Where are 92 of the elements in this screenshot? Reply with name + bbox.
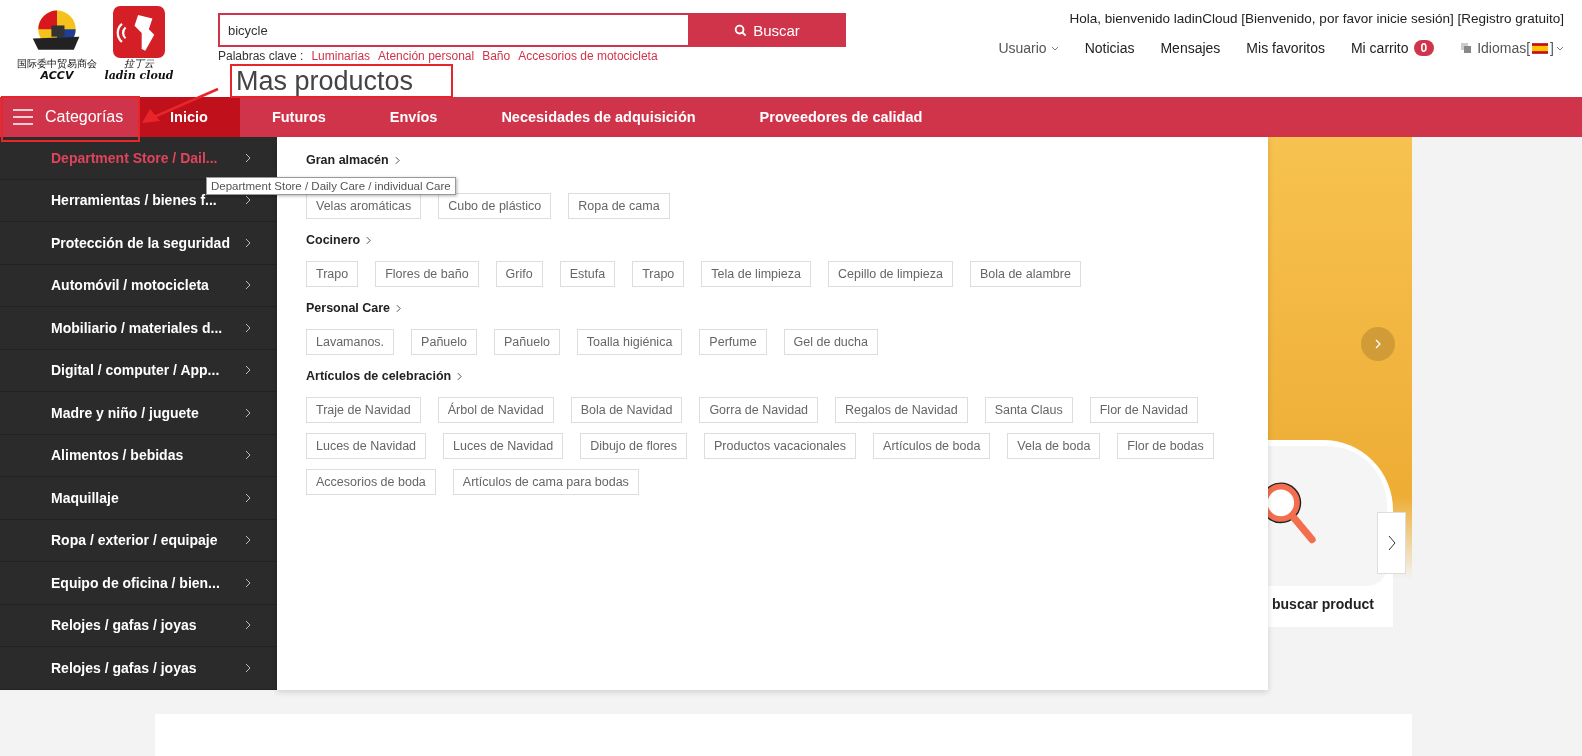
- chevron-right-icon: [396, 303, 402, 313]
- nav-tab[interactable]: Necesidades de adquisición: [469, 97, 728, 137]
- language-menu[interactable]: Idiomas[: [1477, 40, 1531, 56]
- section-title-link[interactable]: Personal Care: [306, 301, 391, 315]
- chevron-right-icon: [245, 195, 251, 206]
- keyword-link[interactable]: Accesorios de motocicleta: [518, 49, 658, 63]
- subcategory-tag[interactable]: Traje de Navidad: [306, 397, 421, 423]
- welcome-text: Hola, bienvenido ladinCloud [Bienvenido, por favor inicie sesión] [Registro gratuito]: [1069, 11, 1564, 26]
- chevron-right-icon: [394, 155, 400, 165]
- chevron-right-icon: [245, 620, 251, 631]
- subcategory-tag[interactable]: Accesorios de boda: [306, 469, 436, 495]
- nav-tab[interactable]: Futuros: [239, 97, 358, 137]
- section-title-link[interactable]: Cocinero: [306, 233, 361, 247]
- chevron-down-icon: [1050, 45, 1059, 51]
- keyword-link[interactable]: Baño: [482, 49, 511, 63]
- subcategory-tag[interactable]: Cepillo de limpieza: [827, 261, 953, 287]
- subcategory-tag[interactable]: Perfume: [699, 329, 767, 355]
- user-menu[interactable]: Usuario: [998, 40, 1059, 56]
- promo-card-title: buscar product: [1272, 596, 1374, 612]
- subcategory-tag[interactable]: Flor de Navidad: [1089, 397, 1198, 423]
- subcategory-tag[interactable]: Ropa de cama: [568, 193, 670, 219]
- annotation-text: Mas productos: [230, 64, 454, 98]
- subcategory-tag[interactable]: Estufa: [559, 261, 616, 287]
- logo-text: ACCV: [40, 70, 74, 82]
- carousel-next-button[interactable]: [1361, 327, 1395, 361]
- chevron-right-icon: [245, 492, 251, 503]
- subcategory-tag[interactable]: Grifo: [495, 261, 543, 287]
- menu-link[interactable]: Noticias: [1084, 40, 1135, 56]
- subcategory-tag[interactable]: Cubo de plástico: [438, 193, 552, 219]
- menu-icon: [13, 109, 33, 125]
- subcategory-tag[interactable]: Bola de Navidad: [570, 397, 683, 423]
- search-icon: [734, 23, 748, 37]
- search-field[interactable]: bicycle: [218, 13, 688, 47]
- nav-tab[interactable]: Envíos: [357, 97, 470, 137]
- chevron-right-icon: [457, 371, 463, 381]
- chevron-right-icon: [245, 662, 251, 673]
- language-menu-bracket: ]: [1550, 40, 1554, 56]
- translate-icon: [1460, 42, 1473, 54]
- map-logo-icon: [111, 6, 167, 58]
- subcategory-tag[interactable]: Trapo: [306, 261, 359, 287]
- subcategory-tag[interactable]: Dibujo de flores: [580, 433, 687, 459]
- logo-text: ladin cloud: [104, 70, 174, 82]
- chevron-right-icon: [245, 365, 251, 376]
- chevron-right-icon: [245, 535, 251, 546]
- chevron-down-icon: [1556, 45, 1564, 51]
- keyword-link[interactable]: Luminarias: [311, 49, 371, 63]
- section-title-link[interactable]: Artículos de celebración: [306, 369, 452, 383]
- subcategory-tag[interactable]: Gel de ducha: [783, 329, 878, 355]
- subcategory-tag[interactable]: Árbol de Navidad: [437, 397, 554, 423]
- chevron-right-icon: [245, 450, 251, 461]
- subcategory-tag[interactable]: Lavamanos.: [306, 329, 395, 355]
- cart-count-badge: 0: [1413, 40, 1435, 56]
- subcategory-tag[interactable]: Regalos de Navidad: [835, 397, 968, 423]
- subcategory-tag[interactable]: Luces de Navidad: [443, 433, 564, 459]
- subcategory-tag[interactable]: Toalla higiénica: [576, 329, 683, 355]
- cart-link[interactable]: Mi carrito: [1350, 40, 1409, 56]
- search-button[interactable]: Buscar: [688, 13, 846, 47]
- subcategory-tag[interactable]: Trapo: [632, 261, 685, 287]
- subcategory-tag[interactable]: Artículos de cama para bodas: [452, 469, 639, 495]
- subcategory-tag[interactable]: Pañuelo: [411, 329, 477, 355]
- subcategory-tag[interactable]: Flor de bodas: [1117, 433, 1214, 459]
- chevron-right-icon: [1375, 339, 1381, 349]
- chevron-right-icon: [1387, 535, 1396, 551]
- chevron-right-icon: [245, 322, 251, 333]
- subcategory-tag[interactable]: Gorra de Navidad: [699, 397, 819, 423]
- menu-link[interactable]: Mensajes: [1160, 40, 1221, 56]
- subcategory-tag[interactable]: Tela de limpieza: [701, 261, 811, 287]
- card-next-button[interactable]: [1377, 512, 1406, 574]
- nav-tab[interactable]: Proveedores de calidad: [727, 97, 955, 137]
- chevron-right-icon: [245, 280, 251, 291]
- menu-link[interactable]: Mis favoritos: [1246, 40, 1325, 56]
- subcategory-tag[interactable]: Bola de alambre: [969, 261, 1081, 287]
- tooltip: Department Store / Daily Care / individual Care: [206, 177, 456, 195]
- spain-flag-icon: [1532, 42, 1549, 54]
- keywords-label: Palabras clave :: [218, 49, 304, 63]
- subcategory-tag[interactable]: Artículos de boda: [873, 433, 991, 459]
- subcategory-tag[interactable]: Flores de baño: [375, 261, 479, 287]
- subcategory-tag[interactable]: Santa Claus: [984, 397, 1073, 423]
- subcategory-tag[interactable]: Productos vacacionales: [704, 433, 857, 459]
- nav-tab[interactable]: Inicio: [138, 97, 240, 137]
- subcategory-tag[interactable]: Pañuelo: [494, 329, 560, 355]
- chevron-right-icon: [366, 235, 372, 245]
- subcategory-tag[interactable]: Luces de Navidad: [306, 433, 427, 459]
- chevron-right-icon: [245, 237, 251, 248]
- chevron-right-icon: [245, 577, 251, 588]
- chevron-right-icon: [245, 152, 251, 163]
- logo-text: 拉丁云: [124, 58, 154, 70]
- keyword-link[interactable]: Atención personal: [378, 49, 475, 63]
- logo-text: 国际委中贸易商会: [17, 58, 97, 70]
- section-title-link[interactable]: Gran almacén: [306, 153, 389, 167]
- chevron-right-icon: [245, 407, 251, 418]
- subcategory-tag[interactable]: Vela de boda: [1007, 433, 1101, 459]
